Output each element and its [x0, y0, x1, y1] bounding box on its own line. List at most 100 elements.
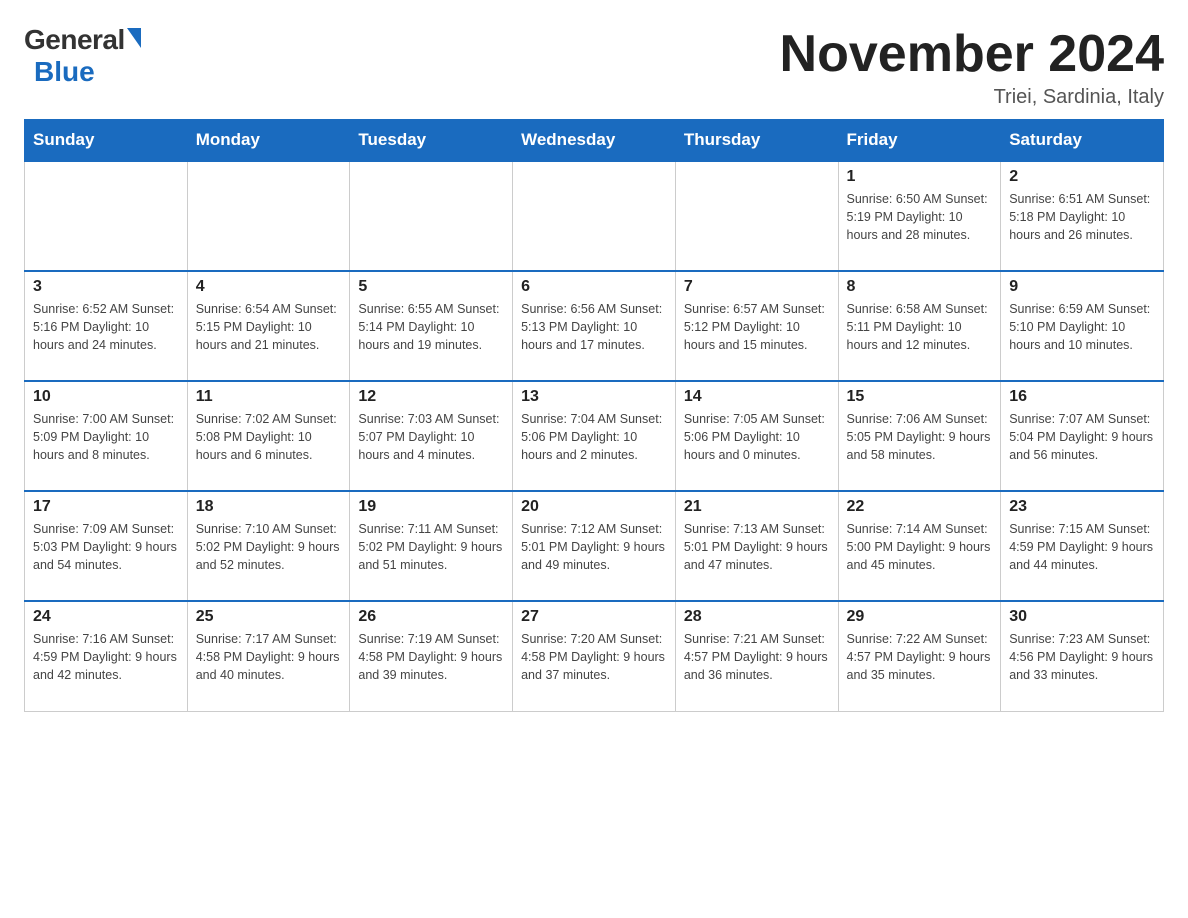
- day-info: Sunrise: 7:06 AM Sunset: 5:05 PM Dayligh…: [847, 410, 993, 464]
- calendar-cell: 1 Sunrise: 6:50 AM Sunset: 5:19 PM Daylig…: [838, 161, 1001, 271]
- calendar-cell: [25, 161, 188, 271]
- weekday-header-sunday: Sunday: [25, 120, 188, 162]
- calendar-cell: 19 Sunrise: 7:11 AM Sunset: 5:02 PM Dayli…: [350, 491, 513, 601]
- day-info: Sunrise: 7:05 AM Sunset: 5:06 PM Dayligh…: [684, 410, 830, 464]
- calendar-cell: 10 Sunrise: 7:00 AM Sunset: 5:09 PM Dayli…: [25, 381, 188, 491]
- day-number: 3: [33, 278, 179, 296]
- day-number: 21: [684, 498, 830, 516]
- calendar-cell: 2 Sunrise: 6:51 AM Sunset: 5:18 PM Daylig…: [1001, 161, 1164, 271]
- week-row-4: 17Sunrise: 7:09 AM Sunset: 5:03 PM Dayli…: [25, 491, 1164, 601]
- day-number: 23: [1009, 498, 1155, 516]
- day-number: 10: [33, 388, 179, 406]
- day-info: Sunrise: 6:57 AM Sunset: 5:12 PM Dayligh…: [684, 300, 830, 354]
- day-number: 26: [358, 608, 504, 626]
- calendar-cell: [513, 161, 676, 271]
- calendar-cell: 22Sunrise: 7:14 AM Sunset: 5:00 PM Dayli…: [838, 491, 1001, 601]
- day-number: 27: [521, 608, 667, 626]
- day-info: Sunrise: 7:15 AM Sunset: 4:59 PM Dayligh…: [1009, 520, 1155, 574]
- calendar-cell: 24 Sunrise: 7:16 AM Sunset: 4:59 PM Dayli…: [25, 601, 188, 711]
- calendar-cell: 17Sunrise: 7:09 AM Sunset: 5:03 PM Dayli…: [25, 491, 188, 601]
- day-number: 24: [33, 608, 179, 626]
- week-row-2: 3 Sunrise: 6:52 AM Sunset: 5:16 PM Daylig…: [25, 271, 1164, 381]
- day-info: Sunrise: 7:10 AM Sunset: 5:02 PM Dayligh…: [196, 520, 342, 574]
- calendar-cell: 4Sunrise: 6:54 AM Sunset: 5:15 PM Daylig…: [187, 271, 350, 381]
- calendar-cell: 29 Sunrise: 7:22 AM Sunset: 4:57 PM Dayli…: [838, 601, 1001, 711]
- day-number: 29: [847, 608, 993, 626]
- day-info: Sunrise: 7:00 AM Sunset: 5:09 PM Dayligh…: [33, 410, 179, 464]
- month-title: November 2024: [780, 24, 1164, 84]
- day-info: Sunrise: 6:50 AM Sunset: 5:19 PM Dayligh…: [847, 190, 993, 244]
- calendar-cell: 26 Sunrise: 7:19 AM Sunset: 4:58 PM Dayli…: [350, 601, 513, 711]
- day-number: 18: [196, 498, 342, 516]
- calendar-cell: 30 Sunrise: 7:23 AM Sunset: 4:56 PM Dayli…: [1001, 601, 1164, 711]
- calendar-cell: 7 Sunrise: 6:57 AM Sunset: 5:12 PM Daylig…: [675, 271, 838, 381]
- day-number: 14: [684, 388, 830, 406]
- day-number: 19: [358, 498, 504, 516]
- day-info: Sunrise: 6:51 AM Sunset: 5:18 PM Dayligh…: [1009, 190, 1155, 244]
- day-number: 13: [521, 388, 667, 406]
- day-number: 5: [358, 278, 504, 296]
- day-number: 20: [521, 498, 667, 516]
- week-row-3: 10 Sunrise: 7:00 AM Sunset: 5:09 PM Dayli…: [25, 381, 1164, 491]
- calendar-cell: [187, 161, 350, 271]
- calendar-cell: 21Sunrise: 7:13 AM Sunset: 5:01 PM Dayli…: [675, 491, 838, 601]
- weekday-header-tuesday: Tuesday: [350, 120, 513, 162]
- logo-blue-text: Blue: [34, 56, 95, 88]
- calendar-cell: 3 Sunrise: 6:52 AM Sunset: 5:16 PM Daylig…: [25, 271, 188, 381]
- day-info: Sunrise: 6:52 AM Sunset: 5:16 PM Dayligh…: [33, 300, 179, 354]
- title-block: November 2024 Triei, Sardinia, Italy: [780, 24, 1164, 109]
- calendar-cell: 27 Sunrise: 7:20 AM Sunset: 4:58 PM Dayli…: [513, 601, 676, 711]
- calendar-cell: 28 Sunrise: 7:21 AM Sunset: 4:57 PM Dayli…: [675, 601, 838, 711]
- weekday-header-wednesday: Wednesday: [513, 120, 676, 162]
- day-info: Sunrise: 7:02 AM Sunset: 5:08 PM Dayligh…: [196, 410, 342, 464]
- day-number: 12: [358, 388, 504, 406]
- logo-general-text: General: [24, 24, 125, 56]
- day-number: 25: [196, 608, 342, 626]
- calendar-cell: 6 Sunrise: 6:56 AM Sunset: 5:13 PM Daylig…: [513, 271, 676, 381]
- calendar-cell: [675, 161, 838, 271]
- day-number: 11: [196, 388, 342, 406]
- weekday-header-saturday: Saturday: [1001, 120, 1164, 162]
- calendar-cell: 20 Sunrise: 7:12 AM Sunset: 5:01 PM Dayli…: [513, 491, 676, 601]
- day-number: 8: [847, 278, 993, 296]
- day-number: 17: [33, 498, 179, 516]
- calendar-cell: 25 Sunrise: 7:17 AM Sunset: 4:58 PM Dayli…: [187, 601, 350, 711]
- day-info: Sunrise: 7:22 AM Sunset: 4:57 PM Dayligh…: [847, 630, 993, 684]
- day-number: 6: [521, 278, 667, 296]
- week-row-5: 24 Sunrise: 7:16 AM Sunset: 4:59 PM Dayli…: [25, 601, 1164, 711]
- calendar-cell: 13 Sunrise: 7:04 AM Sunset: 5:06 PM Dayli…: [513, 381, 676, 491]
- day-number: 7: [684, 278, 830, 296]
- logo: General Blue: [24, 24, 141, 88]
- weekday-header-row: SundayMondayTuesdayWednesdayThursdayFrid…: [25, 120, 1164, 162]
- day-info: Sunrise: 7:16 AM Sunset: 4:59 PM Dayligh…: [33, 630, 179, 684]
- day-info: Sunrise: 6:55 AM Sunset: 5:14 PM Dayligh…: [358, 300, 504, 354]
- day-info: Sunrise: 7:12 AM Sunset: 5:01 PM Dayligh…: [521, 520, 667, 574]
- calendar-table: SundayMondayTuesdayWednesdayThursdayFrid…: [24, 119, 1164, 712]
- calendar-cell: 12Sunrise: 7:03 AM Sunset: 5:07 PM Dayli…: [350, 381, 513, 491]
- calendar-cell: 5 Sunrise: 6:55 AM Sunset: 5:14 PM Daylig…: [350, 271, 513, 381]
- calendar-cell: 15Sunrise: 7:06 AM Sunset: 5:05 PM Dayli…: [838, 381, 1001, 491]
- day-info: Sunrise: 7:21 AM Sunset: 4:57 PM Dayligh…: [684, 630, 830, 684]
- day-info: Sunrise: 6:58 AM Sunset: 5:11 PM Dayligh…: [847, 300, 993, 354]
- week-row-1: 1 Sunrise: 6:50 AM Sunset: 5:19 PM Daylig…: [25, 161, 1164, 271]
- day-info: Sunrise: 7:19 AM Sunset: 4:58 PM Dayligh…: [358, 630, 504, 684]
- day-number: 2: [1009, 168, 1155, 186]
- day-number: 30: [1009, 608, 1155, 626]
- day-info: Sunrise: 7:04 AM Sunset: 5:06 PM Dayligh…: [521, 410, 667, 464]
- calendar-cell: 8 Sunrise: 6:58 AM Sunset: 5:11 PM Daylig…: [838, 271, 1001, 381]
- day-info: Sunrise: 7:23 AM Sunset: 4:56 PM Dayligh…: [1009, 630, 1155, 684]
- day-info: Sunrise: 7:17 AM Sunset: 4:58 PM Dayligh…: [196, 630, 342, 684]
- logo-triangle-icon: [127, 28, 141, 48]
- weekday-header-thursday: Thursday: [675, 120, 838, 162]
- day-info: Sunrise: 7:14 AM Sunset: 5:00 PM Dayligh…: [847, 520, 993, 574]
- day-number: 1: [847, 168, 993, 186]
- day-info: Sunrise: 6:56 AM Sunset: 5:13 PM Dayligh…: [521, 300, 667, 354]
- day-info: Sunrise: 6:54 AM Sunset: 5:15 PM Dayligh…: [196, 300, 342, 354]
- day-info: Sunrise: 7:11 AM Sunset: 5:02 PM Dayligh…: [358, 520, 504, 574]
- calendar-cell: 14 Sunrise: 7:05 AM Sunset: 5:06 PM Dayli…: [675, 381, 838, 491]
- day-info: Sunrise: 7:20 AM Sunset: 4:58 PM Dayligh…: [521, 630, 667, 684]
- day-number: 28: [684, 608, 830, 626]
- weekday-header-monday: Monday: [187, 120, 350, 162]
- weekday-header-friday: Friday: [838, 120, 1001, 162]
- page-header: General Blue November 2024 Triei, Sardin…: [24, 24, 1164, 109]
